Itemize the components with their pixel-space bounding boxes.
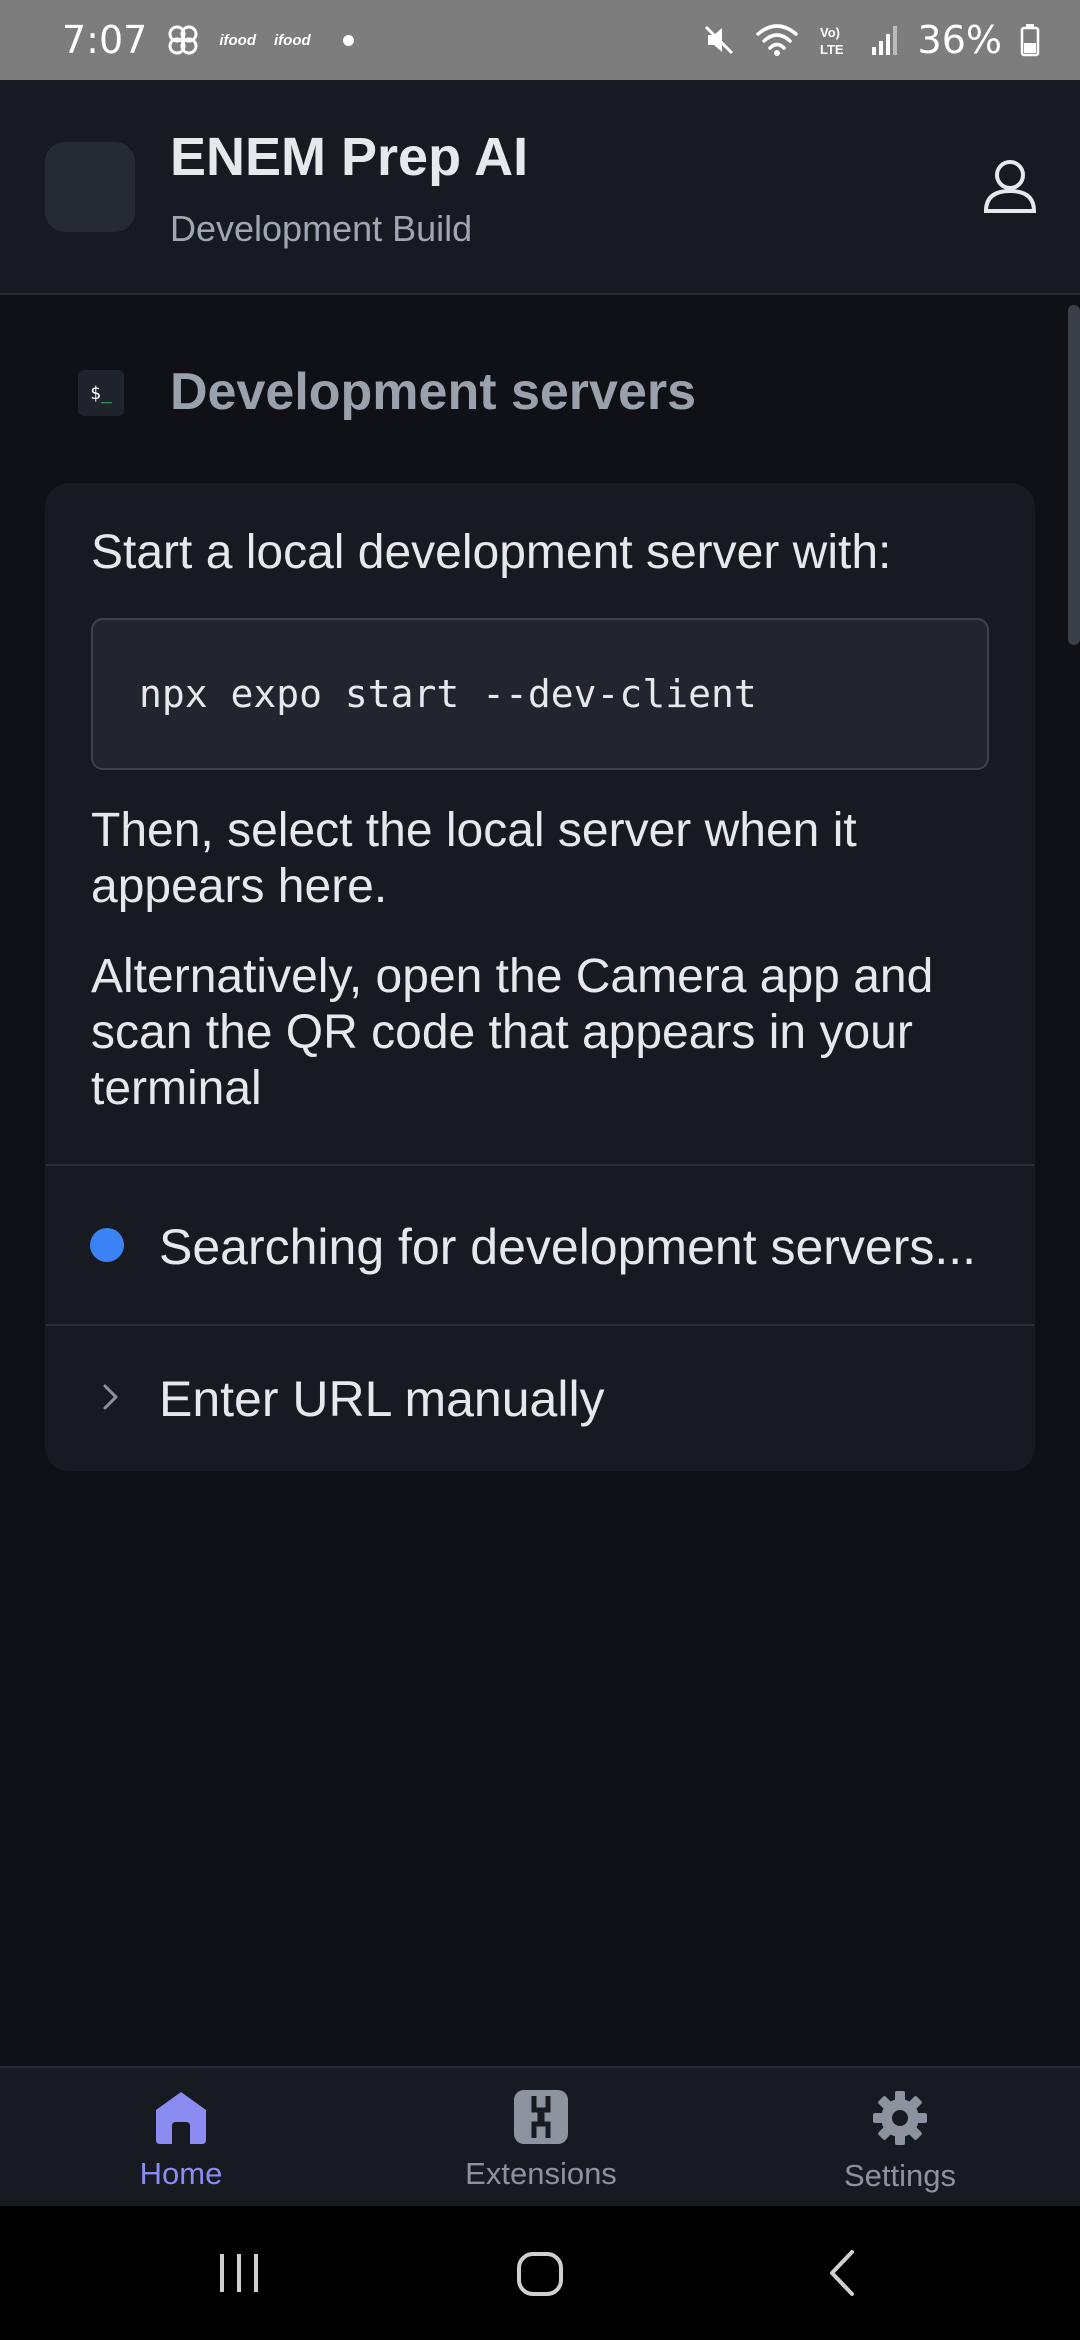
status-left: 7:07 ifood ifood [62, 18, 354, 62]
tab-settings[interactable]: Settings [750, 2068, 1050, 2208]
status-bar: 7:07 ifood ifood Vo) LTE 36% [0, 0, 1080, 80]
user-icon [983, 160, 1037, 213]
tab-extensions[interactable]: Extensions [391, 2068, 691, 2208]
app-subtitle: Development Build [170, 208, 473, 249]
intro-text: Start a local development server with: [91, 526, 892, 579]
status-dot-icon [90, 1228, 124, 1262]
battery-icon [1020, 23, 1040, 57]
ifood-notification-icon: ifood [219, 31, 256, 49]
mute-icon [702, 23, 736, 57]
svg-text:Vo): Vo) [820, 25, 840, 40]
enter-url-button[interactable]: Enter URL manually [45, 1326, 1035, 1471]
tab-home-label: Home [139, 2156, 223, 2191]
command-text: npx expo start --dev-client [139, 672, 757, 716]
alternative-text: Alternatively, open the Camera app and s… [91, 950, 934, 1115]
app-header: ENEM Prep AI Development Build [0, 80, 1080, 295]
enter-url-label: Enter URL manually [159, 1371, 605, 1427]
signal-icon [870, 23, 900, 57]
terminal-icon: $ _ [78, 370, 124, 416]
tab-settings-label: Settings [843, 2158, 956, 2193]
tab-extensions-label: Extensions [465, 2156, 617, 2191]
terminal-cursor: _ [101, 382, 112, 404]
searching-row: Searching for development servers... [45, 1166, 1035, 1326]
battery-percent: 36% [917, 18, 1002, 62]
section-header: $ _ Development servers [78, 363, 696, 421]
extensions-icon [514, 2090, 568, 2144]
system-nav-bar [0, 2206, 1080, 2340]
bottom-tab-bar: Home Extensions Settings [0, 2066, 1080, 2206]
dev-servers-card: Start a local development server with: n… [45, 483, 1035, 1471]
home-icon [156, 2092, 206, 2144]
app-title: ENEM Prep AI [170, 127, 529, 187]
notification-dot-icon [342, 34, 354, 46]
back-icon[interactable] [820, 2248, 870, 2298]
wifi-icon [754, 22, 800, 58]
scrollbar[interactable] [1068, 305, 1080, 645]
profile-button[interactable] [978, 153, 1042, 217]
tab-home[interactable]: Home [31, 2068, 331, 2208]
terminal-prompt: $ [90, 382, 101, 404]
status-time: 7:07 [62, 18, 148, 62]
chevron-right-icon [103, 1384, 118, 1410]
svg-text:LTE: LTE [820, 42, 844, 57]
recent-apps-icon[interactable] [214, 2248, 264, 2298]
home-button-icon[interactable] [515, 2248, 565, 2298]
gear-icon [873, 2091, 927, 2145]
volte-icon: Vo) LTE [818, 22, 852, 58]
app-icon [45, 142, 135, 232]
searching-label: Searching for development servers... [159, 1219, 977, 1275]
section-title: Development servers [170, 363, 697, 421]
status-right: Vo) LTE 36% [702, 18, 1040, 62]
pinwheel-icon [165, 22, 201, 58]
command-code-block: npx expo start --dev-client [91, 618, 989, 770]
instruction-text: Then, select the local server when it ap… [91, 804, 857, 913]
ifood-notification-icon: ifood [274, 31, 311, 49]
